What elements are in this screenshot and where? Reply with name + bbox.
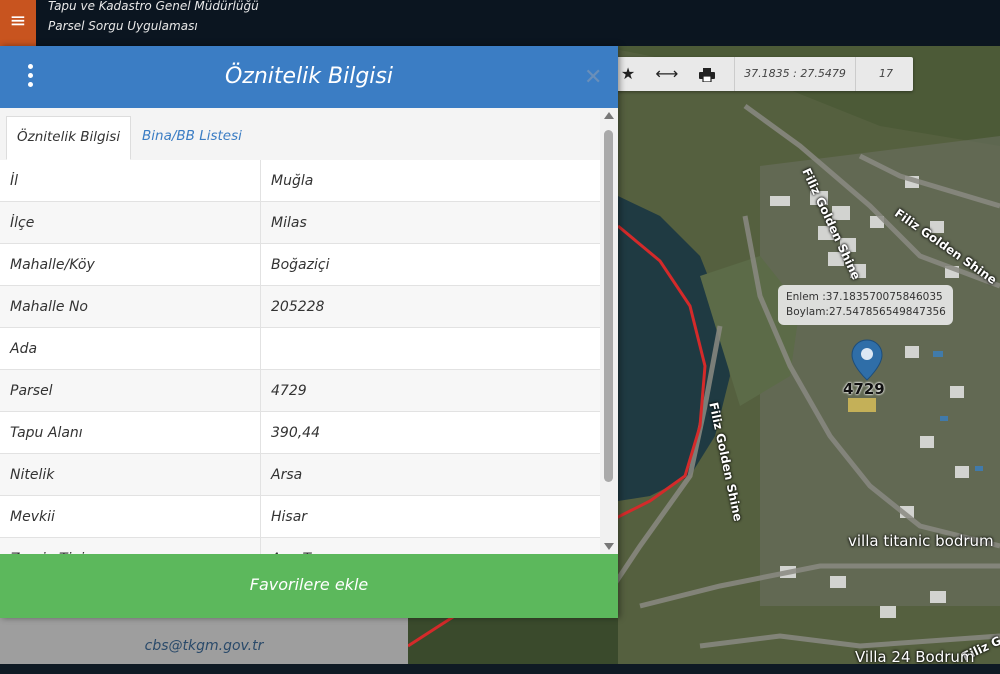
close-icon[interactable]: ✕ — [584, 65, 602, 90]
app-title-line2: Parsel Sorgu Uygulaması — [48, 19, 198, 33]
contact-email[interactable]: cbs@tkgm.gov.tr — [0, 618, 408, 664]
more-options-icon[interactable] — [22, 64, 38, 90]
place-label: Villa 24 Bodrum — [855, 648, 975, 666]
place-label: villa titanic bodrum — [848, 532, 994, 550]
table-row: Mevkii Hisar — [0, 496, 600, 538]
app-title-line1: Tapu ve Kadastro Genel Müdürlüğü — [48, 0, 259, 13]
attribute-value: 390,44 — [260, 412, 600, 454]
table-row: Parsel 4729 — [0, 370, 600, 412]
attribute-key: Mevkii — [10, 509, 55, 525]
top-bar: ≡ Tapu ve Kadastro Genel Müdürlüğü Parse… — [0, 0, 1000, 46]
attribute-key: İl — [10, 173, 19, 189]
app-title: Tapu ve Kadastro Genel Müdürlüğü Parsel … — [48, 0, 259, 36]
attribute-key: Parsel — [10, 383, 53, 399]
table-row: İl Muğla — [0, 160, 600, 202]
attribute-key: Nitelik — [10, 467, 55, 483]
table-row: İlçe Milas — [0, 202, 600, 244]
scroll-down-icon[interactable] — [604, 543, 614, 550]
panel-title: Öznitelik Bilgisi — [224, 64, 393, 89]
print-icon[interactable] — [692, 57, 722, 91]
panel-scrollbar[interactable] — [600, 108, 618, 554]
panel-header: Öznitelik Bilgisi ✕ — [0, 46, 618, 108]
hamburger-icon[interactable]: ≡ — [0, 0, 36, 46]
attribute-key: Tapu Alanı — [10, 425, 83, 441]
attribute-value: Arsa — [260, 454, 600, 496]
location-pin-icon[interactable] — [850, 338, 884, 386]
scrollbar-thumb[interactable] — [604, 130, 613, 482]
tab-building-list[interactable]: Bina/BB Listesi — [132, 116, 252, 160]
star-icon[interactable]: ★ — [616, 57, 640, 91]
table-row: Zemin Tipi Ana Taşınmaz — [0, 538, 600, 554]
panel-tabs: Öznitelik Bilgisi Bina/BB Listesi — [0, 108, 600, 161]
attribute-value: Milas — [260, 202, 600, 244]
attribute-key: Mahalle/Köy — [10, 257, 95, 273]
map-toolbar: ★ ⟷ 37.1835 : 27.5479 17 — [616, 57, 913, 91]
attribute-value: Boğaziçi — [260, 244, 600, 286]
footer: cbs@tkgm.gov.tr — [0, 618, 408, 664]
table-row: Ada — [0, 328, 600, 370]
attribute-table: İl Muğla İlçe Milas Mahalle/Köy Boğaziçi… — [0, 160, 600, 554]
parcel-label: 4729 — [843, 380, 885, 398]
coordinate-tooltip: Enlem :37.183570075846035 Boylam:27.5478… — [778, 285, 953, 325]
attribute-value: Muğla — [260, 160, 600, 202]
tooltip-latitude: Enlem :37.183570075846035 — [786, 291, 943, 303]
tooltip-longitude: Boylam:27.547856549847356 — [786, 306, 946, 318]
attribute-value: 205228 — [260, 286, 600, 328]
attribute-key: Zemin Tipi — [10, 538, 84, 554]
coordinate-readout: 37.1835 : 27.5479 — [734, 57, 856, 91]
table-row: Nitelik Arsa — [0, 454, 600, 496]
table-row: Tapu Alanı 390,44 — [0, 412, 600, 454]
attribute-value — [260, 328, 600, 370]
attribute-key: Ada — [10, 341, 38, 357]
attribute-value: Ana Taşınmaz — [260, 538, 600, 554]
attribute-key: Mahalle No — [10, 299, 88, 315]
scroll-up-icon[interactable] — [604, 112, 614, 119]
table-row: Mahalle No 205228 — [0, 286, 600, 328]
attribute-value: 4729 — [260, 370, 600, 412]
tab-attribute-info[interactable]: Öznitelik Bilgisi — [6, 116, 132, 160]
attribute-value: Hisar — [260, 496, 600, 538]
attribute-panel: Öznitelik Bilgisi ✕ Öznitelik Bilgisi Bi… — [0, 46, 618, 618]
zoom-level: 17 — [879, 67, 893, 80]
add-to-favorites-button[interactable]: Favorilere ekle — [0, 554, 618, 618]
table-row: Mahalle/Köy Boğaziçi — [0, 244, 600, 286]
measure-icon[interactable]: ⟷ — [652, 57, 682, 91]
attribute-key: İlçe — [10, 215, 35, 231]
